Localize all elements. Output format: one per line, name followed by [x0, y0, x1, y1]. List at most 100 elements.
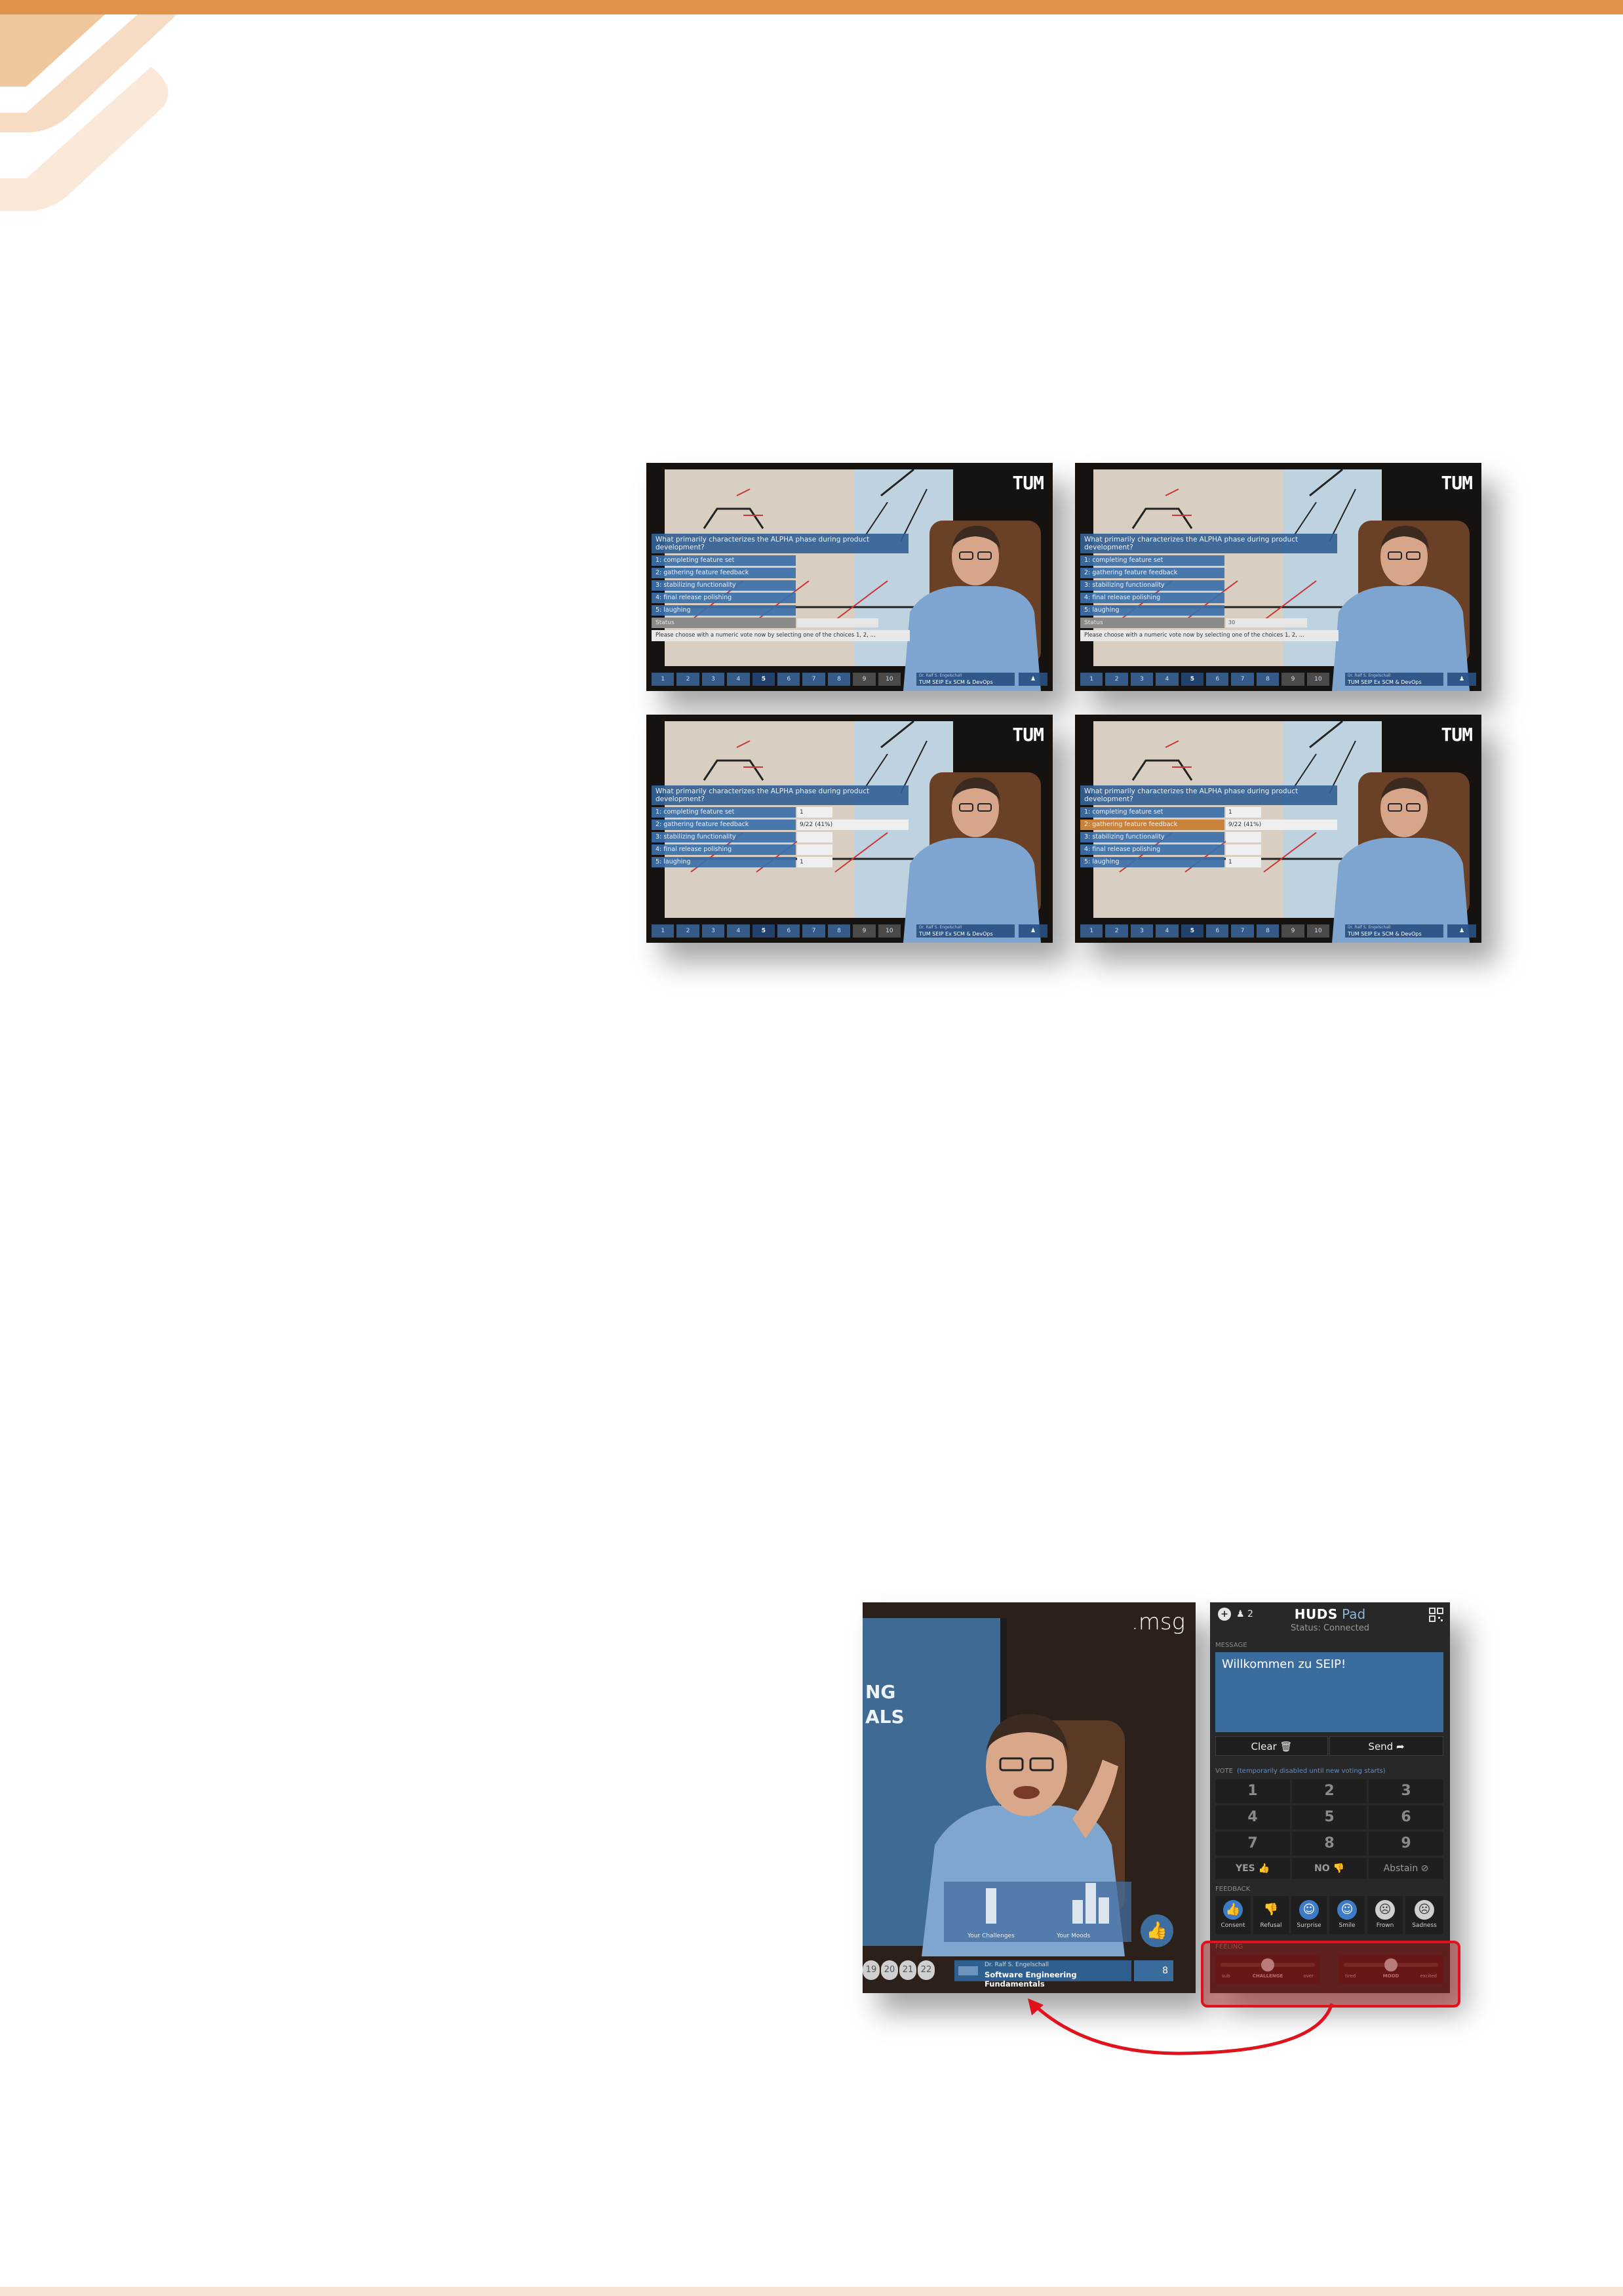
no-button[interactable]: NO 👎 — [1292, 1858, 1367, 1879]
trash-icon: 🗑 — [1280, 1741, 1293, 1752]
nav-page[interactable]: 5 — [752, 924, 775, 938]
tum-logo: TUM — [1441, 472, 1473, 494]
vote-button-4[interactable]: 4 — [1215, 1806, 1290, 1829]
feedback-frown-button[interactable]: ☹ Frown — [1367, 1896, 1403, 1934]
nav-page[interactable]: 1 — [1080, 673, 1103, 686]
nav-page[interactable]: 10 — [878, 924, 901, 938]
slide-nav: 1 2 3 4 5 6 7 8 9 10 — [1080, 924, 1330, 938]
quiz-choice: 5: laughing 1 — [1080, 857, 1261, 867]
vote-button-8[interactable]: 8 — [1292, 1832, 1367, 1855]
nav-page[interactable]: 8 — [827, 673, 851, 686]
nav-page[interactable]: 5 — [1181, 924, 1204, 938]
nav-page[interactable]: 1 — [652, 673, 675, 686]
nav-page[interactable]: 8 — [827, 924, 851, 938]
nav-page[interactable]: 4 — [1156, 924, 1179, 938]
smile-face-icon: ☺ — [1337, 1900, 1357, 1920]
vote-result — [797, 844, 832, 855]
nav-page[interactable]: 5 — [752, 673, 775, 686]
presenter-figure — [903, 521, 1041, 691]
nav-page[interactable]: 3 — [701, 673, 725, 686]
page-tabs: 19 20 21 22 — [863, 1960, 935, 1980]
nav-page[interactable]: 10 — [1306, 673, 1330, 686]
vote-button-9[interactable]: 9 — [1369, 1832, 1443, 1855]
nav-page[interactable]: 2 — [1105, 924, 1128, 938]
choice-label: 4: final release polishing — [655, 846, 732, 853]
send-button[interactable]: Send ➦ — [1329, 1736, 1443, 1756]
course-lecturer: Dr. Ralf S. Engelschall — [1348, 673, 1391, 678]
nav-page[interactable]: 6 — [777, 924, 800, 938]
share-arrow-icon: ➦ — [1396, 1741, 1405, 1752]
page-tab[interactable]: 20 — [881, 1960, 898, 1980]
nav-page[interactable]: 4 — [727, 924, 750, 938]
page-tab[interactable]: 19 — [863, 1960, 880, 1980]
nav-page[interactable]: 9 — [1281, 924, 1304, 938]
feedback-surprise-button[interactable]: ☺ Surprise — [1291, 1896, 1327, 1934]
nav-page[interactable]: 9 — [853, 924, 876, 938]
choice-label: 3: stabilizing functionality — [655, 833, 736, 841]
nav-page[interactable]: 5 — [1181, 673, 1204, 686]
qr-code-icon[interactable] — [1429, 1608, 1443, 1622]
nav-page[interactable]: 1 — [1080, 924, 1103, 938]
clear-button[interactable]: Clear 🗑 — [1215, 1736, 1328, 1756]
quiz-question: What primarily characterizes the ALPHA p… — [652, 534, 909, 553]
yes-button[interactable]: YES 👍 — [1215, 1858, 1290, 1879]
nav-page[interactable]: 6 — [1206, 673, 1229, 686]
vote-button-1[interactable]: 1 — [1215, 1779, 1290, 1803]
nav-page[interactable]: 7 — [1231, 924, 1254, 938]
mood-bar — [1099, 1897, 1109, 1924]
quiz-question: What primarily characterizes the ALPHA p… — [1080, 785, 1337, 805]
nav-page[interactable]: 4 — [1156, 673, 1179, 686]
nav-page[interactable]: 3 — [1130, 924, 1154, 938]
quiz-overlay: What primarily characterizes the ALPHA p… — [652, 785, 914, 867]
vote-button-2[interactable]: 2 — [1292, 1779, 1367, 1803]
course-badge: Dr. Ralf S. Engelschall TUM SEIP Ex SCM &… — [1345, 924, 1443, 938]
pad-title: HUDS Pad — [1210, 1606, 1450, 1622]
quiz-choice: 3: stabilizing functionality — [652, 580, 796, 591]
vote-button-6[interactable]: 6 — [1369, 1806, 1443, 1829]
nav-page[interactable]: 1 — [652, 924, 675, 938]
nav-page[interactable]: 4 — [727, 673, 750, 686]
mood-bar — [1085, 1883, 1096, 1924]
vote-button-5[interactable]: 5 — [1292, 1806, 1367, 1829]
nav-page[interactable]: 2 — [1105, 673, 1128, 686]
nav-page[interactable]: 2 — [676, 673, 699, 686]
vote-hint: (temporarily disabled until new voting s… — [1236, 1768, 1386, 1775]
challenge-bar — [986, 1888, 996, 1924]
abstain-button[interactable]: Abstain ⊘ — [1369, 1858, 1443, 1879]
nav-page[interactable]: 9 — [1281, 673, 1304, 686]
nav-page[interactable]: 2 — [676, 924, 699, 938]
nav-page[interactable]: 6 — [1206, 924, 1229, 938]
nav-page[interactable]: 3 — [1130, 673, 1154, 686]
feedback-consent-button[interactable]: 👍 Consent — [1215, 1896, 1251, 1934]
thumbs-down-icon: 👎 — [1261, 1900, 1281, 1920]
nav-page[interactable]: 8 — [1256, 924, 1280, 938]
challenge-chart-label: Your Challenges — [968, 1933, 1015, 1939]
nav-page[interactable]: 7 — [1231, 673, 1254, 686]
nav-page[interactable]: 7 — [802, 924, 825, 938]
nav-page[interactable]: 9 — [853, 673, 876, 686]
vote-result — [1226, 832, 1261, 842]
nav-page[interactable]: 10 — [1306, 924, 1330, 938]
choice-label: 1: completing feature set — [1084, 808, 1163, 816]
quiz-status: Status 30 — [1080, 618, 1307, 628]
send-label: Send — [1368, 1741, 1394, 1752]
abstain-label: Abstain — [1383, 1863, 1418, 1874]
page-tab[interactable]: 21 — [899, 1960, 916, 1980]
vote-button-7[interactable]: 7 — [1215, 1832, 1290, 1855]
thumbs-up-icon[interactable]: 👍 — [1141, 1914, 1173, 1947]
nav-page[interactable]: 8 — [1256, 673, 1280, 686]
nav-page[interactable]: 10 — [878, 673, 901, 686]
course-badge: Dr. Ralf S. Engelschall TUM SEIP Ex SCM &… — [1345, 673, 1443, 686]
quiz-choice: 1: completing feature set 1 — [652, 807, 832, 818]
nav-page[interactable]: 3 — [701, 924, 725, 938]
feedback-sadness-button[interactable]: ☹ Sadness — [1405, 1896, 1443, 1934]
nav-page[interactable]: 6 — [777, 673, 800, 686]
feedback-refusal-button[interactable]: 👎 Refusal — [1253, 1896, 1289, 1934]
vote-button-3[interactable]: 3 — [1369, 1779, 1443, 1803]
nav-page[interactable]: 7 — [802, 673, 825, 686]
quiz-hint: Please choose with a numeric vote now by… — [652, 630, 910, 641]
page-tab[interactable]: 22 — [918, 1960, 935, 1980]
quiz-choice: 5: laughing — [652, 605, 796, 616]
feedback-smile-button[interactable]: ☺ Smile — [1329, 1896, 1365, 1934]
message-input[interactable]: Willkommen zu SEIP! — [1215, 1652, 1443, 1732]
